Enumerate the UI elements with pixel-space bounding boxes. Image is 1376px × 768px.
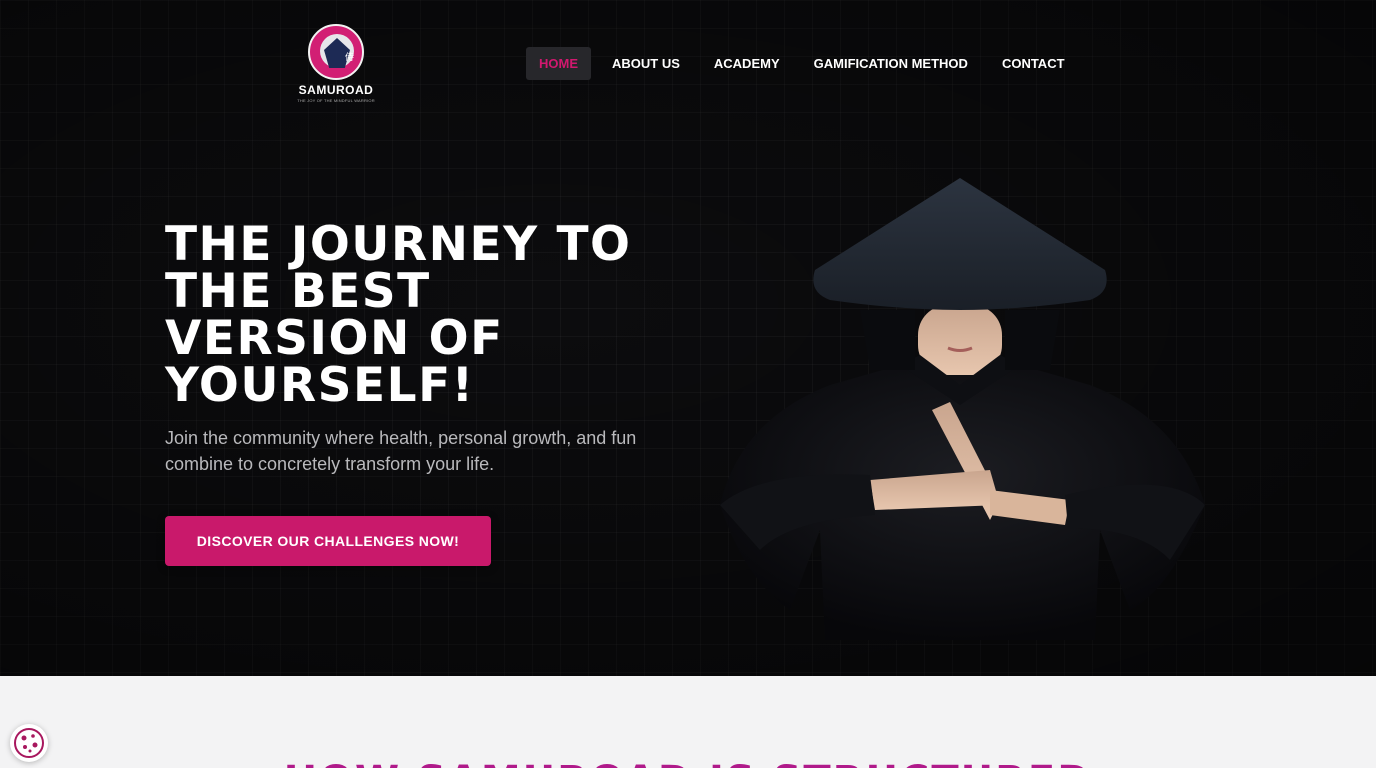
hero-headline-line: VERSION OF	[165, 311, 504, 366]
cookie-icon[interactable]	[10, 724, 48, 762]
nav-item-gamification-method[interactable]: GAMIFICATION METHOD	[801, 47, 981, 80]
cookie-settings-icon	[14, 728, 44, 758]
brand-tagline: THE JOY OF THE MINDFUL WARRIOR	[297, 98, 375, 103]
nav-item-home[interactable]: HOME	[526, 46, 591, 80]
hero-headline-line: THE BEST	[165, 264, 431, 319]
discover-challenges-button[interactable]: DISCOVER OUR CHALLENGES NOW!	[165, 516, 491, 566]
hero-section: 侍 SAMUROAD THE JOY OF THE MINDFUL WARRIO…	[0, 0, 1376, 676]
hero-headline-line: YOURSELF!	[165, 358, 475, 413]
hero-subtext-line: combine to concretely transform your lif…	[165, 454, 495, 474]
hero-headline-line: THE JOURNEY TO	[165, 217, 632, 272]
hero-subtext: Join the community where health, persona…	[165, 425, 645, 477]
hero-subtext-line: Join the community where health, persona…	[165, 428, 637, 448]
nav-item-about-us[interactable]: ABOUT US	[599, 47, 693, 80]
hero-headline: THE JOURNEY TO THE BEST VERSION OF YOURS…	[165, 221, 665, 409]
samurai-logo-icon: 侍	[308, 24, 364, 80]
brand-name: SAMUROAD	[298, 83, 374, 97]
structure-section	[0, 676, 1376, 768]
nav-item-academy[interactable]: ACADEMY	[701, 47, 793, 80]
main-nav: HOME ABOUT US ACADEMY GAMIFICATION METHO…	[526, 46, 1086, 80]
structure-section-title: HOW SAMUROAD IS STRUCTURED	[0, 758, 1376, 768]
nav-item-contact[interactable]: CONTACT	[989, 47, 1078, 80]
samurai-hero-image	[720, 178, 1205, 640]
brand-logo[interactable]: 侍 SAMUROAD THE JOY OF THE MINDFUL WARRIO…	[296, 24, 376, 106]
